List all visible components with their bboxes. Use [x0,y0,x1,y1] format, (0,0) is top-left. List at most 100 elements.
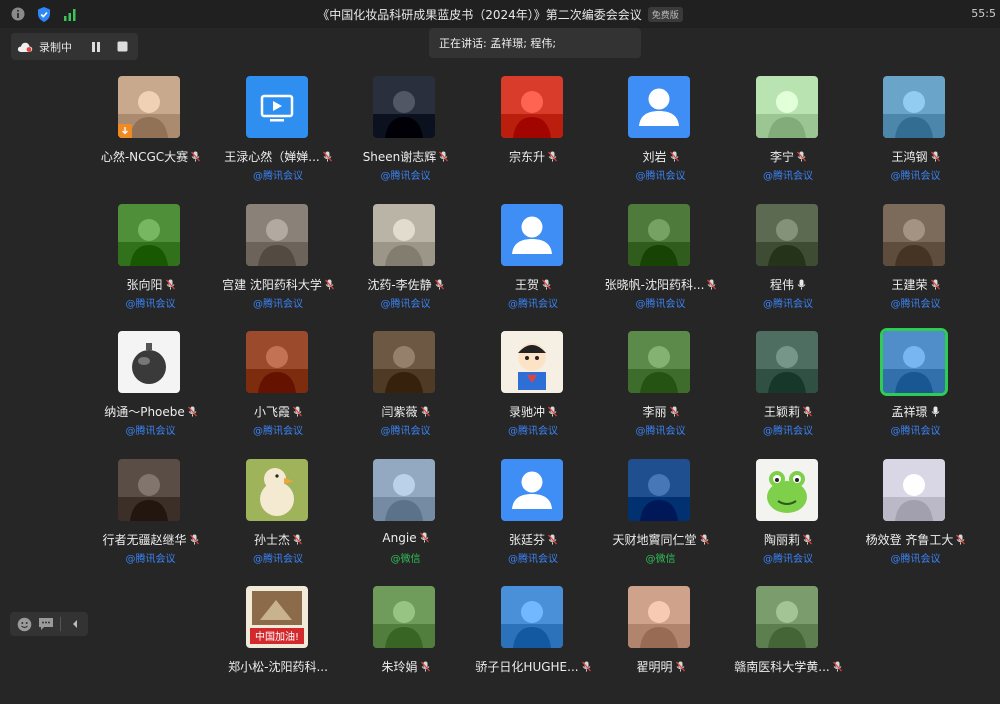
participant-tile[interactable]: 心然-NCGC大赛 [87,74,214,194]
participant-avatar[interactable] [373,586,435,648]
participant-tile[interactable]: 翟明明 [597,584,724,704]
participant-tile[interactable]: 录驰冲 @腾讯会议 [470,329,597,449]
participant-name-text: 闫紫薇 [381,405,418,419]
pause-button[interactable] [88,39,104,55]
participant-avatar[interactable] [500,76,563,138]
participant-avatar[interactable] [118,458,180,521]
participant-name: 闫紫薇 [342,403,469,420]
participant-source: @腾讯会议 [125,298,176,310]
participant-tile[interactable]: 程伟 @腾讯会议 [725,202,852,322]
participant-tile[interactable]: 王颖莉 @腾讯会议 [725,329,852,449]
bottom-toolbar [10,612,88,636]
chat-icon[interactable] [38,616,54,632]
participant-tile[interactable]: 王渌心然（婵婵... @腾讯会议 [215,74,342,194]
participant-avatar[interactable] [628,203,690,266]
participant-avatar[interactable] [245,331,308,393]
participant-tile[interactable]: 宗东升 [470,74,597,194]
participant-avatar[interactable] [880,328,948,396]
participant-name: 王贺 [470,276,597,293]
mic-muted-icon [293,534,302,545]
participant-avatar[interactable] [883,458,945,521]
emoji-icon[interactable] [16,616,32,632]
participant-avatar[interactable] [373,458,435,521]
participant-avatar[interactable] [500,458,563,521]
participant-tile[interactable]: 张廷芬 @腾讯会议 [470,457,597,577]
participant-tile[interactable]: 骄子日化HUGHE... [470,584,597,704]
participant-avatar[interactable] [755,76,818,138]
participant-avatar[interactable] [118,203,180,266]
participant-tile[interactable]: 李丽 @腾讯会议 [597,329,724,449]
mic-muted-icon [548,534,557,545]
participant-avatar[interactable] [500,331,563,393]
participant-tile[interactable]: 天财地竇同仁堂 @微信 [597,457,724,577]
participant-tile[interactable]: 朱玲娟 [342,584,469,704]
participant-avatar[interactable] [883,203,945,266]
mic-muted-icon [803,406,812,417]
participant-name-text: 王建荣 [891,277,928,292]
participant-tile[interactable]: 张向阳 @腾讯会议 [87,202,214,322]
participant-avatar[interactable] [628,586,690,648]
participant-tile[interactable]: 张晓帆-沈阳药科... @腾讯会议 [597,202,724,322]
participant-tile[interactable]: 李宁 @腾讯会议 [725,74,852,194]
participant-tile[interactable]: Sheen谢志辉 @腾讯会议 [342,74,469,194]
participant-name-text: 刘岩 [642,150,667,164]
stop-button[interactable] [114,39,130,55]
participant-name-text: 李丽 [642,405,667,419]
participant-avatar[interactable] [245,203,308,266]
participant-tile[interactable]: 中国加油! 郑小松-沈阳药科... [215,584,342,704]
participant-tile[interactable]: 纳通～Phoebe @腾讯会议 [87,329,214,449]
participant-tile[interactable]: Angie @微信 [342,457,469,577]
participant-tile[interactable]: 杨效登 齐鲁工大 @腾讯会议 [852,457,979,577]
participant-tile[interactable]: 行者无疆赵继华 @腾讯会议 [87,457,214,577]
participant-name-text: 王渌心然（婵婵... [224,150,320,164]
participant-tile[interactable]: 刘岩 @腾讯会议 [597,74,724,194]
participant-tile[interactable]: 沈药-李佐静 @腾讯会议 [342,202,469,322]
participant-name: Sheen谢志辉 [342,148,469,165]
participant-avatar[interactable] [755,458,818,521]
participant-avatar[interactable]: 中国加油! [245,586,308,648]
participant-name: 录驰冲 [470,403,597,420]
participant-avatar[interactable] [245,76,308,138]
participant-avatar[interactable] [755,331,818,393]
participant-avatar[interactable] [118,331,180,393]
participant-avatar[interactable] [500,203,563,266]
participant-tile[interactable]: 闫紫薇 @腾讯会议 [342,329,469,449]
participant-tile[interactable]: 赣南医科大学黄... [725,584,852,704]
participant-avatar[interactable] [755,586,818,648]
participant-name-text: 张晓帆-沈阳药科... [604,277,705,292]
participant-tile[interactable]: 孙士杰 @腾讯会议 [215,457,342,577]
participant-tile[interactable]: 孟祥璟 @腾讯会议 [852,328,979,449]
participant-tile[interactable]: 宫建 沈阳药科大学 @腾讯会议 [215,202,342,322]
participant-tile[interactable]: 陶丽莉 @腾讯会议 [725,457,852,577]
participant-tile[interactable]: 小飞霞 @腾讯会议 [215,329,342,449]
participant-avatar[interactable] [500,586,563,648]
participant-name-text: 朱玲娟 [381,660,418,674]
participant-avatar[interactable] [118,76,180,138]
participant-avatar[interactable] [373,203,435,266]
participant-avatar[interactable] [628,458,690,521]
participant-tile[interactable]: 王建荣 @腾讯会议 [852,202,979,322]
participant-tile[interactable]: 王贺 @腾讯会议 [470,202,597,322]
participant-tile[interactable]: 王鸿钢 @腾讯会议 [852,74,979,194]
participant-name: 宫建 沈阳药科大学 [215,276,342,293]
participant-name: 赣南医科大学黄... [725,658,852,675]
participant-name-text: 陶丽莉 [763,532,800,547]
participant-avatar[interactable] [883,76,945,138]
chevron-left-icon[interactable] [67,616,83,632]
mic-muted-icon [542,279,551,290]
mic-icon [797,279,806,290]
participant-avatar[interactable] [628,331,690,393]
participant-avatar[interactable] [245,458,308,521]
participant-name-text: 程伟 [769,277,794,292]
participant-avatar[interactable] [755,203,818,266]
mic-muted-icon [439,151,449,162]
participant-name: 骄子日化HUGHE... [470,658,597,675]
participant-name: 张向阳 [87,276,214,293]
participant-avatar[interactable] [373,331,435,393]
participant-avatar[interactable] [628,76,690,138]
participant-source: @腾讯会议 [125,426,176,437]
participant-avatar[interactable] [373,76,435,138]
meeting-timer: 55:5 [971,7,996,20]
participant-name: 翟明明 [597,658,724,675]
participant-name-text: 王贺 [514,277,539,292]
